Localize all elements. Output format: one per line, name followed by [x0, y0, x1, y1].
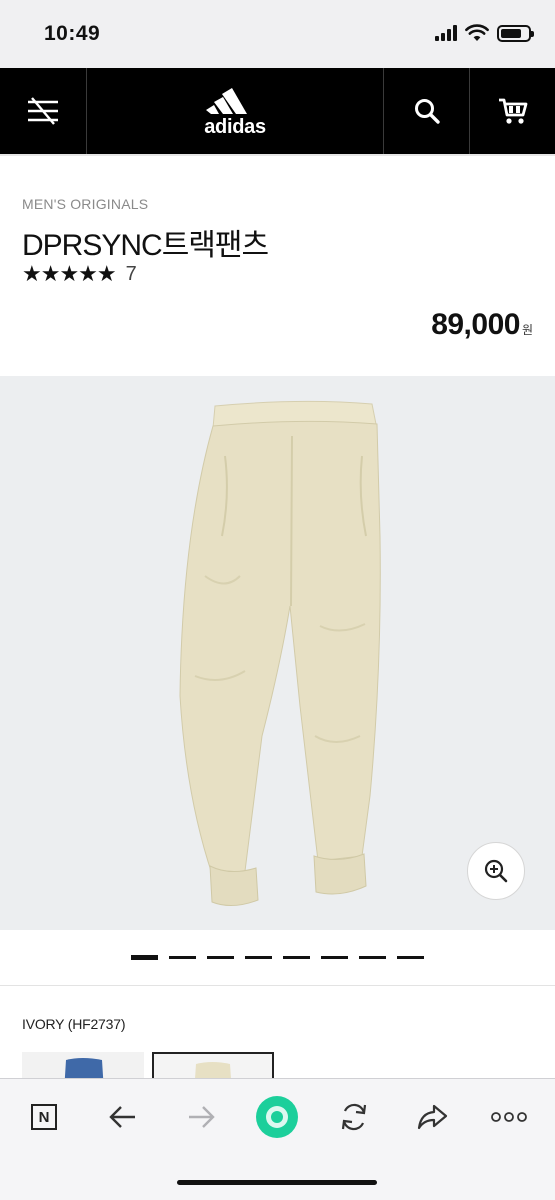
refresh-button[interactable] — [329, 1097, 379, 1137]
refresh-icon — [341, 1103, 367, 1131]
search-button[interactable] — [384, 68, 469, 154]
gallery-dot-4[interactable] — [245, 956, 272, 959]
home-indicator — [177, 1180, 377, 1185]
color-label: IVORY (HF2737) — [22, 1016, 126, 1032]
wifi-icon — [465, 24, 489, 41]
rating-stars-icon: ★★★★★ — [22, 261, 117, 286]
n-button[interactable]: N — [19, 1097, 69, 1137]
product-rating[interactable]: ★★★★★ 7 — [22, 261, 137, 287]
status-bar: 10:49 — [0, 0, 555, 68]
battery-icon — [497, 24, 534, 42]
menu-button[interactable] — [0, 68, 86, 154]
back-arrow-icon — [109, 1106, 135, 1128]
gallery-dot-1[interactable] — [131, 955, 158, 960]
share-icon — [417, 1104, 448, 1130]
menu-icon — [28, 97, 58, 125]
share-button[interactable] — [407, 1097, 457, 1137]
search-icon — [414, 99, 440, 124]
product-price: 89,000 원 — [431, 308, 533, 342]
brand-name: adidas — [204, 115, 266, 138]
more-icon — [491, 1112, 527, 1122]
n-icon: N — [31, 1104, 57, 1130]
top-navigation: adidas — [0, 68, 555, 154]
forward-arrow-icon — [189, 1106, 215, 1128]
gallery-dot-2[interactable] — [169, 956, 196, 959]
product-image-gallery[interactable] — [0, 376, 555, 930]
gallery-dot-5[interactable] — [283, 956, 310, 959]
product-header: MEN'S ORIGINALS DPRSYNC트랙팬츠 ★★★★★ 7 89,0… — [0, 154, 555, 376]
gallery-dot-6[interactable] — [321, 956, 348, 959]
price-value: 89,000 — [431, 308, 520, 341]
cart-icon — [498, 98, 527, 124]
product-category: MEN'S ORIGINALS — [22, 196, 149, 212]
forward-button[interactable] — [176, 1097, 226, 1137]
home-icon — [256, 1096, 298, 1138]
review-count: 7 — [125, 262, 137, 285]
adidas-logo-link[interactable]: adidas — [87, 68, 383, 154]
price-currency: 원 — [521, 323, 533, 337]
adidas-logo — [206, 87, 247, 114]
product-title: DPRSYNC트랙팬츠 — [22, 229, 269, 262]
status-icons — [435, 24, 534, 42]
home-button[interactable] — [252, 1093, 302, 1141]
gallery-dot-3[interactable] — [207, 956, 234, 959]
back-button[interactable] — [98, 1097, 148, 1137]
gallery-pagination — [0, 930, 555, 986]
battery-level — [501, 28, 521, 38]
more-button[interactable] — [484, 1097, 534, 1137]
product-image-track-pants — [179, 400, 381, 906]
gallery-dot-8[interactable] — [397, 956, 424, 959]
gallery-dot-7[interactable] — [359, 956, 386, 959]
zoom-in-icon — [484, 859, 508, 883]
cellular-signal-icon — [435, 25, 457, 41]
zoom-button[interactable] — [467, 842, 525, 900]
status-time: 10:49 — [44, 22, 101, 45]
cart-button[interactable] — [470, 68, 555, 154]
